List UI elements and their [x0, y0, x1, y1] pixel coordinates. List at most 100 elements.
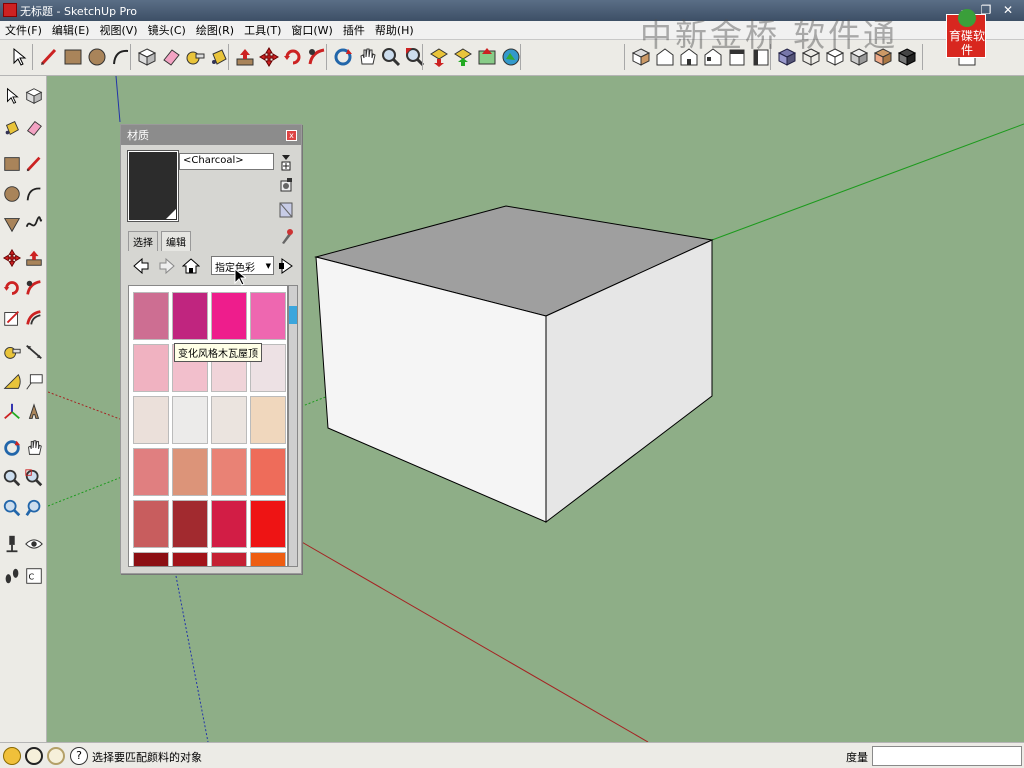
- material-swatch[interactable]: [133, 344, 169, 392]
- pencil-icon[interactable]: [38, 46, 60, 68]
- line-icon[interactable]: [24, 154, 44, 174]
- next-view-icon[interactable]: [24, 498, 44, 518]
- measurements-input[interactable]: [872, 746, 1022, 766]
- 3d-text-icon[interactable]: [24, 402, 44, 422]
- material-swatch[interactable]: [250, 500, 286, 548]
- position-camera-icon[interactable]: [2, 534, 22, 554]
- tab-edit[interactable]: 编辑: [161, 231, 191, 251]
- zoom-icon[interactable]: [2, 468, 22, 488]
- details-forward-icon[interactable]: [278, 257, 296, 275]
- make-component-icon[interactable]: [136, 46, 158, 68]
- tape-measure-icon[interactable]: [184, 46, 206, 68]
- material-swatch[interactable]: [211, 500, 247, 548]
- rotate-icon[interactable]: [2, 278, 22, 298]
- material-swatch[interactable]: [133, 292, 169, 340]
- home-icon[interactable]: [182, 257, 200, 275]
- material-swatch[interactable]: [211, 292, 247, 340]
- material-name-field[interactable]: <Charcoal>: [179, 153, 274, 170]
- material-swatch[interactable]: [133, 500, 169, 548]
- move-icon[interactable]: [258, 46, 280, 68]
- swatch-scrollbar[interactable]: [288, 285, 298, 567]
- credits-icon[interactable]: [25, 747, 43, 765]
- rectangle-icon[interactable]: [2, 154, 22, 174]
- material-swatch[interactable]: [172, 448, 208, 496]
- forward-arrow-icon[interactable]: [158, 257, 176, 275]
- dimension-icon[interactable]: [24, 342, 44, 362]
- get-models-icon[interactable]: [428, 46, 450, 68]
- freehand-icon[interactable]: [24, 214, 44, 234]
- pan-icon[interactable]: [356, 46, 378, 68]
- material-swatch[interactable]: [250, 448, 286, 496]
- polygon-icon[interactable]: [2, 214, 22, 234]
- orbit-icon[interactable]: [332, 46, 354, 68]
- tape-measure-icon[interactable]: [2, 342, 22, 362]
- create-material-icon[interactable]: [279, 177, 293, 193]
- menu-file[interactable]: 文件(F): [0, 21, 47, 40]
- arc-icon[interactable]: [24, 184, 44, 204]
- material-swatch[interactable]: [211, 552, 247, 566]
- user-icon[interactable]: [47, 747, 65, 765]
- material-swatch[interactable]: [250, 292, 286, 340]
- push-pull-icon[interactable]: [24, 248, 44, 268]
- material-swatch[interactable]: [250, 396, 286, 444]
- rectangle-icon[interactable]: [62, 46, 84, 68]
- monochrome-icon[interactable]: [896, 46, 918, 68]
- menu-camera[interactable]: 镜头(C): [143, 21, 191, 40]
- add-location-icon[interactable]: [476, 46, 498, 68]
- axes-icon[interactable]: [2, 402, 22, 422]
- menu-draw[interactable]: 绘图(R): [191, 21, 239, 40]
- material-swatch[interactable]: [133, 396, 169, 444]
- text-icon[interactable]: [24, 372, 44, 392]
- select-icon[interactable]: [8, 46, 30, 68]
- section-plane-icon[interactable]: C: [24, 566, 44, 586]
- tab-select[interactable]: 选择: [128, 231, 158, 251]
- protractor-icon[interactable]: [2, 372, 22, 392]
- menu-edit[interactable]: 编辑(E): [47, 21, 95, 40]
- offset-icon[interactable]: [24, 308, 44, 328]
- orbit-icon[interactable]: [2, 438, 22, 458]
- eraser-icon[interactable]: [160, 46, 182, 68]
- material-swatch[interactable]: [172, 396, 208, 444]
- material-swatch[interactable]: [172, 552, 208, 566]
- scale-icon[interactable]: [2, 308, 22, 328]
- details-arrow-icon[interactable]: [279, 153, 293, 171]
- rotate-icon[interactable]: [282, 46, 304, 68]
- material-swatch[interactable]: [133, 448, 169, 496]
- move-icon[interactable]: [2, 248, 22, 268]
- toggle-terrain-icon[interactable]: [500, 46, 522, 68]
- circle-icon[interactable]: [2, 184, 22, 204]
- arc-icon[interactable]: [110, 46, 132, 68]
- menu-window[interactable]: 窗口(W): [286, 21, 337, 40]
- paint-bucket-icon[interactable]: [208, 46, 230, 68]
- material-swatch[interactable]: [211, 396, 247, 444]
- select-icon[interactable]: [2, 86, 22, 106]
- walk-icon[interactable]: [2, 566, 22, 586]
- push-pull-icon[interactable]: [234, 46, 256, 68]
- menu-view[interactable]: 视图(V): [94, 21, 142, 40]
- circle-icon[interactable]: [86, 46, 108, 68]
- zoom-window-icon[interactable]: [24, 468, 44, 488]
- material-swatch[interactable]: [172, 292, 208, 340]
- previous-view-icon[interactable]: [2, 498, 22, 518]
- eraser-icon[interactable]: [24, 118, 44, 138]
- follow-me-icon[interactable]: [24, 278, 44, 298]
- default-material-icon[interactable]: [279, 201, 293, 219]
- close-button[interactable]: ✕: [998, 2, 1018, 18]
- share-model-icon[interactable]: [452, 46, 474, 68]
- menu-help[interactable]: 帮助(H): [370, 21, 419, 40]
- back-arrow-icon[interactable]: [132, 257, 150, 275]
- help-icon[interactable]: ?: [70, 747, 88, 765]
- panel-close-button[interactable]: x: [286, 130, 297, 141]
- geo-location-icon[interactable]: [3, 747, 21, 765]
- material-swatch[interactable]: [172, 500, 208, 548]
- menu-plugins[interactable]: 插件: [338, 21, 370, 40]
- material-swatch[interactable]: [250, 552, 286, 566]
- material-swatch[interactable]: [133, 552, 169, 566]
- pan-icon[interactable]: [24, 438, 44, 458]
- follow-me-icon[interactable]: [306, 46, 328, 68]
- make-component-icon[interactable]: [24, 86, 44, 106]
- paint-bucket-icon[interactable]: [2, 118, 22, 138]
- look-around-icon[interactable]: [24, 534, 44, 554]
- scrollbar-thumb[interactable]: [289, 306, 297, 324]
- menu-tools[interactable]: 工具(T): [239, 21, 286, 40]
